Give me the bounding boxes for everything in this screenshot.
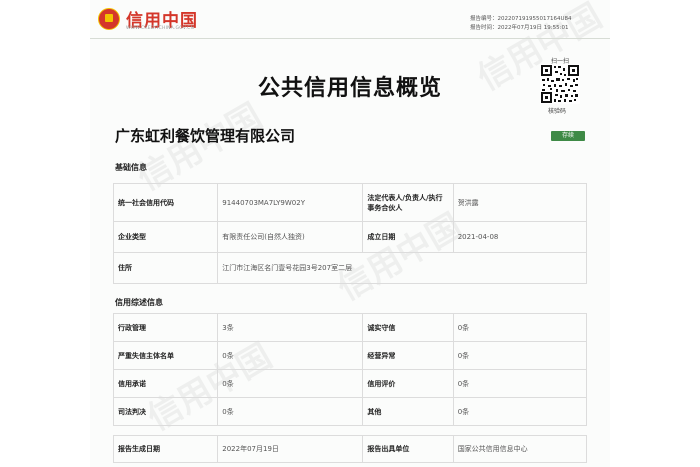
field-value: 3条	[217, 313, 364, 342]
table-row: 报告生成日期 2022年07月19日 报告出具单位 国家公共信用信息中心	[112, 435, 588, 463]
field-label: 信用评价	[362, 369, 454, 398]
field-value: 0条	[452, 369, 588, 398]
field-label: 成立日期	[362, 221, 454, 253]
basic-info-table: 统一社会信用代码 91440703MA7LY9W02Y 法定代表人/负责人/执行…	[112, 183, 588, 284]
table-row: 信用承诺 0条 信用评价 0条	[112, 369, 588, 398]
table-row: 严重失信主体名单 0条 经营异常 0条	[112, 341, 588, 370]
report-number-label: 报告编号：	[470, 16, 498, 22]
company-name: 广东虹利餐饮管理有限公司	[115, 127, 296, 145]
section-title-basic: 基础信息	[115, 163, 147, 172]
field-label: 信用承诺	[112, 369, 219, 398]
field-value: 0条	[452, 397, 588, 426]
table-row: 行政管理 3条 诚实守信 0条	[112, 313, 588, 342]
status-badge: 存续	[551, 131, 585, 141]
logo-url: WWW.CREDITCHINA.GOV.CN	[126, 26, 195, 31]
qr-code-icon	[540, 64, 580, 104]
field-label: 统一社会信用代码	[112, 183, 219, 222]
report-time: 报告时间：2022年07月19日 19:55:01	[470, 23, 568, 31]
field-label: 司法判决	[112, 397, 219, 426]
report-number: 报告编号：202207191955017164U84	[470, 14, 572, 22]
field-value: 91440703MA7LY9W02Y	[217, 183, 364, 222]
field-value: 0条	[217, 397, 364, 426]
field-value: 2022年07月19日	[217, 435, 364, 463]
field-value: 国家公共信用信息中心	[452, 435, 588, 463]
report-time-value: 2022年07月19日 19:55:01	[497, 25, 569, 31]
field-label: 企业类型	[112, 221, 219, 253]
field-label: 行政管理	[112, 313, 219, 342]
field-value: 0条	[217, 341, 364, 370]
credit-summary-table: 行政管理 3条 诚实守信 0条 严重失信主体名单 0条 经营异常 0条 信用承诺…	[112, 313, 588, 426]
section-title-credit: 信用综述信息	[115, 298, 163, 307]
table-row: 统一社会信用代码 91440703MA7LY9W02Y 法定代表人/负责人/执行…	[112, 183, 588, 222]
field-value: 0条	[217, 369, 364, 398]
field-label: 严重失信主体名单	[112, 341, 219, 370]
field-value: 0条	[452, 313, 588, 342]
table-row: 司法判决 0条 其他 0条	[112, 397, 588, 426]
field-label: 法定代表人/负责人/执行事务合伙人	[362, 183, 454, 222]
field-label: 其他	[362, 397, 454, 426]
field-value: 0条	[452, 341, 588, 370]
field-value: 贺洪露	[452, 183, 588, 222]
header-divider	[90, 38, 610, 39]
field-label: 经营异常	[362, 341, 454, 370]
field-label: 诚实守信	[362, 313, 454, 342]
field-label: 住所	[112, 252, 219, 284]
field-value: 有限责任公司(自然人独资)	[217, 221, 364, 253]
report-footer-table: 报告生成日期 2022年07月19日 报告出具单位 国家公共信用信息中心	[112, 435, 588, 463]
field-label: 报告生成日期	[112, 435, 219, 463]
national-emblem-icon	[98, 8, 120, 30]
table-row: 企业类型 有限责任公司(自然人独资) 成立日期 2021-04-08	[112, 221, 588, 253]
table-row: 住所 江门市江海区名门壹号花园3号207室二层	[112, 252, 587, 284]
field-value-address: 江门市江海区名门壹号花园3号207室二层	[217, 252, 587, 284]
page-title: 公共信用信息概览	[257, 76, 442, 101]
report-time-label: 报告时间：	[470, 25, 498, 31]
qr-verify-label: 核验码	[548, 108, 567, 115]
field-label: 报告出具单位	[362, 435, 454, 463]
report-number-value: 202207191955017164U84	[497, 16, 572, 22]
field-value: 2021-04-08	[452, 221, 588, 253]
